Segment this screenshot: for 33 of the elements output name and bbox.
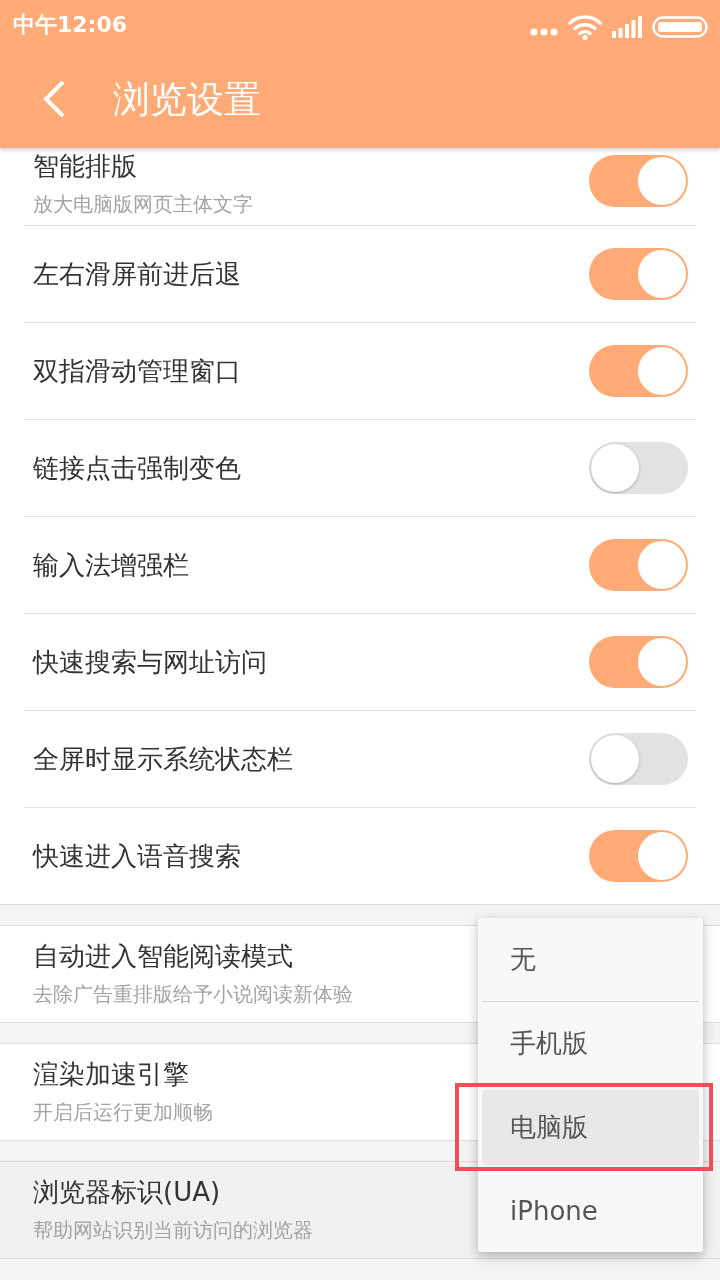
- toggle-switch[interactable]: [589, 248, 688, 300]
- menu-option[interactable]: 电脑版: [482, 1090, 699, 1165]
- setting-title: 双指滑动管理窗口: [33, 355, 241, 388]
- setting-description: 帮助网站识别当前访问的浏览器: [33, 1217, 313, 1244]
- toggle-switch[interactable]: [589, 345, 688, 397]
- setting-title: 快速进入语音搜索: [33, 840, 241, 873]
- setting-title: 自动进入智能阅读模式: [33, 940, 294, 973]
- setting-title: 链接点击强制变色: [33, 452, 241, 485]
- setting-title: 智能排版: [33, 150, 138, 183]
- setting-title: 浏览器标识(UA): [33, 1176, 222, 1209]
- toggle-switch[interactable]: [589, 442, 688, 494]
- chevron-left-icon: [41, 79, 67, 119]
- signal-icon: [612, 16, 642, 38]
- setting-title: 左右滑屏前进后退: [33, 258, 241, 291]
- back-button[interactable]: [41, 79, 67, 119]
- toggle-switch[interactable]: [589, 636, 688, 688]
- toggle-switch[interactable]: [589, 539, 688, 591]
- toggle-switch[interactable]: [589, 733, 688, 785]
- menu-option[interactable]: iPhone: [482, 1173, 699, 1248]
- battery-icon: [652, 16, 708, 38]
- status-time: 中午12:06: [13, 11, 128, 39]
- setting-title: 输入法增强栏: [33, 549, 189, 582]
- setting-description: 开启后运行更加顺畅: [33, 1099, 213, 1126]
- toggle-switch[interactable]: [589, 830, 688, 882]
- setting-title: 快速搜索与网址访问: [33, 646, 267, 679]
- wifi-icon: [568, 14, 602, 40]
- setting-description: 去除广告重排版给予小说阅读新体验: [33, 981, 353, 1008]
- setting-title: 渲染加速引擎: [33, 1058, 190, 1091]
- setting-title: 全屏时显示系统状态栏: [33, 743, 293, 776]
- toggle-switch[interactable]: [589, 155, 688, 207]
- page-title: 浏览设置: [113, 80, 261, 118]
- setting-description: 放大电脑版网页主体文字: [33, 191, 253, 218]
- dots-icon: [530, 28, 558, 36]
